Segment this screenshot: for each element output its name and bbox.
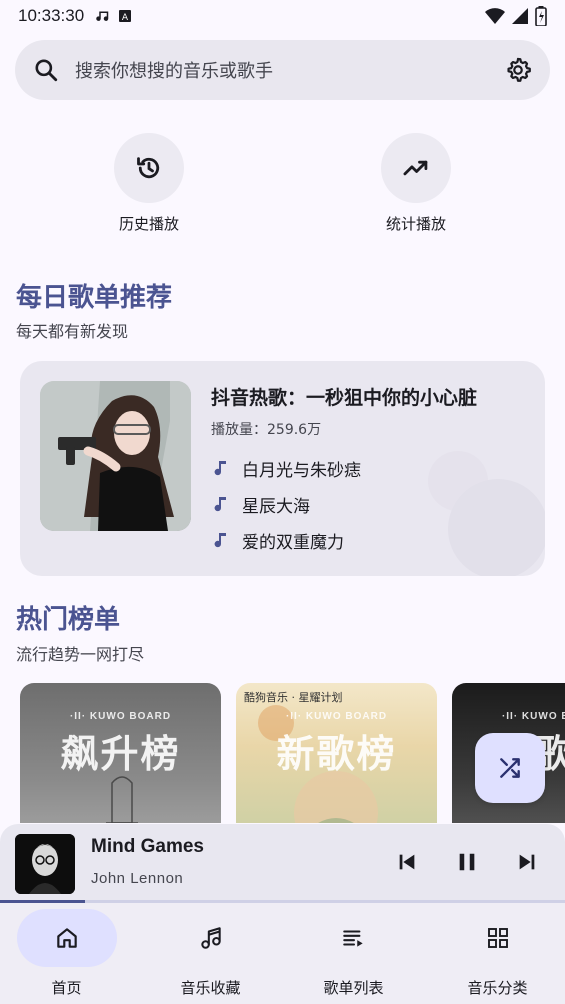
- playlist-song-item[interactable]: 爱的双重魔力: [214, 528, 344, 553]
- nav-home-pill[interactable]: [16, 909, 117, 967]
- grid-icon: [486, 926, 510, 950]
- search-icon[interactable]: [33, 57, 59, 83]
- shuffle-icon: [497, 755, 523, 781]
- daily-section-title: 每日歌单推荐: [16, 283, 173, 313]
- battery-icon: [535, 6, 547, 26]
- playlist-name[interactable]: 抖音热歌：一秒狙中你的小心脏: [211, 383, 477, 410]
- album-art-image[interactable]: [15, 834, 75, 894]
- board-brand: ·II· KUWO BOARD: [285, 711, 388, 722]
- trending-up-icon: [402, 154, 430, 182]
- nav-item-playlists[interactable]: 歌单列表: [283, 909, 424, 998]
- skip-previous-icon[interactable]: [396, 851, 418, 873]
- hot-section-subtitle: 流行趋势一网打尽: [16, 645, 145, 664]
- playlist-play-count: 播放量：259.6万: [211, 422, 322, 438]
- song-title: 白月光与朱砂痣: [242, 461, 361, 481]
- music-notification-icon: [94, 7, 112, 25]
- music-note-icon: [214, 496, 228, 514]
- pause-icon[interactable]: [456, 851, 478, 873]
- nav-categories-pill[interactable]: [448, 909, 548, 967]
- search-bar[interactable]: 搜索你想搜的音乐或歌手: [15, 40, 550, 100]
- mini-player[interactable]: Mind Games John Lennon: [0, 824, 565, 904]
- decor-bubble: [428, 451, 488, 511]
- nav-label: 首页: [51, 979, 82, 997]
- history-play-button[interactable]: 历史播放: [84, 133, 214, 234]
- board-tag: 酷狗音乐 · 星耀计划: [244, 691, 343, 704]
- hot-section-title: 热门榜单: [16, 605, 121, 635]
- nav-label: 歌单列表: [323, 979, 384, 997]
- music-note-icon: [214, 532, 228, 550]
- history-button-circle[interactable]: [114, 133, 184, 203]
- daily-playlist-card[interactable]: 抖音热歌：一秒狙中你的小心脏 播放量：259.6万 白月光与朱砂痣 星辰大海 爱…: [20, 361, 545, 576]
- svg-text:A: A: [122, 13, 129, 23]
- stats-play-label: 统计播放: [385, 215, 446, 233]
- bottom-navigation: 首页 音乐收藏 歌单列表 音乐分类: [0, 903, 565, 1004]
- search-placeholder[interactable]: 搜索你想搜的音乐或歌手: [75, 57, 504, 83]
- board-brand: ·II· KUWO BOARD: [69, 711, 172, 722]
- nav-label: 音乐收藏: [180, 979, 241, 997]
- song-title: 爱的双重魔力: [242, 533, 344, 553]
- now-playing-artist[interactable]: John Lennon: [91, 870, 183, 887]
- music-note-icon: [198, 925, 224, 951]
- now-playing-title[interactable]: Mind Games: [91, 836, 204, 858]
- settings-icon[interactable]: [504, 56, 532, 84]
- song-title: 星辰大海: [242, 497, 310, 517]
- history-play-label: 历史播放: [118, 215, 179, 233]
- wifi-icon: [485, 7, 505, 25]
- history-icon: [135, 154, 163, 182]
- nav-label: 音乐分类: [467, 979, 528, 997]
- playlist-icon: [341, 925, 367, 951]
- nav-item-favorites[interactable]: 音乐收藏: [140, 909, 281, 998]
- nav-item-categories[interactable]: 音乐分类: [427, 909, 565, 998]
- app-notification-icon: A: [118, 9, 132, 23]
- stats-button-circle[interactable]: [381, 133, 451, 203]
- nav-item-home[interactable]: 首页: [0, 909, 137, 998]
- board-card-soaring[interactable]: ·II· KUWO BOARD 飙升榜: [20, 683, 221, 823]
- nav-favorites-pill[interactable]: [161, 909, 261, 967]
- status-bar: 10:33:30 A: [0, 0, 565, 32]
- playlist-song-item[interactable]: 白月光与朱砂痣: [214, 456, 361, 481]
- playlist-cover-image[interactable]: [40, 381, 191, 531]
- shuffle-button[interactable]: [475, 733, 545, 803]
- playlist-song-item[interactable]: 星辰大海: [214, 492, 310, 517]
- board-name: 飙升榜: [60, 732, 181, 776]
- skip-next-icon[interactable]: [516, 851, 538, 873]
- board-name: 新歌榜: [276, 732, 397, 776]
- music-note-icon: [214, 460, 228, 478]
- cellular-signal-icon: [511, 7, 529, 25]
- board-card-new-songs[interactable]: 酷狗音乐 · 星耀计划 ·II· KUWO BOARD 新歌榜: [236, 683, 437, 823]
- board-brand: ·II· KUWO BOARD: [501, 711, 565, 722]
- daily-section-subtitle: 每天都有新发现: [16, 322, 129, 341]
- stats-play-button[interactable]: 统计播放: [351, 133, 481, 234]
- status-time: 10:33:30: [18, 6, 85, 25]
- home-icon: [54, 925, 80, 951]
- nav-playlists-pill[interactable]: [304, 909, 404, 967]
